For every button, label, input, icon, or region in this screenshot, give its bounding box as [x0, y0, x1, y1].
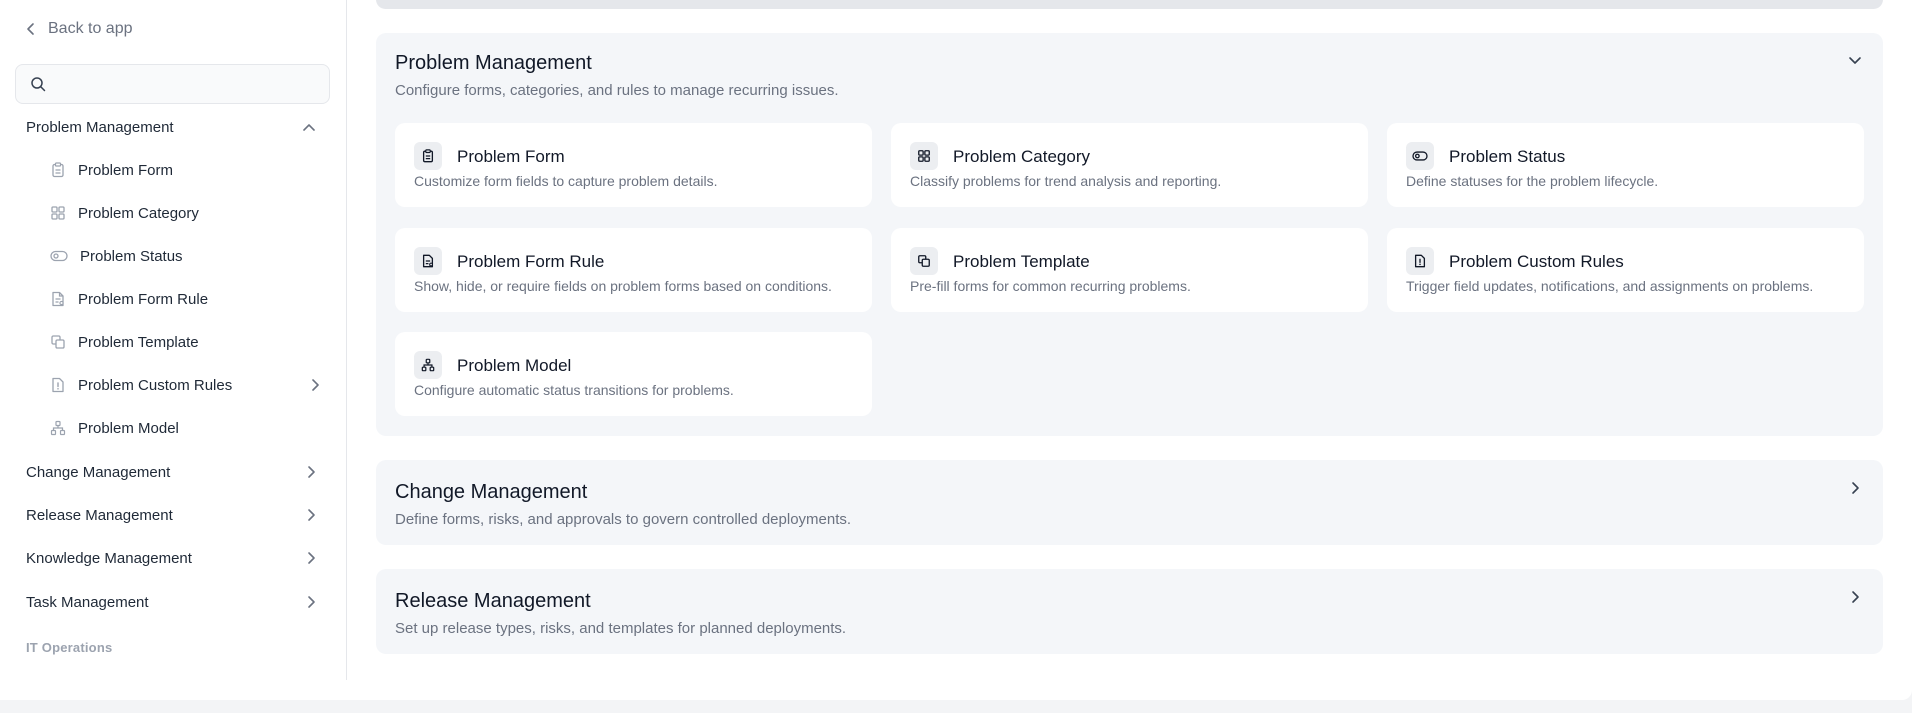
sidebar-item-problem-model[interactable]: Problem Model — [50, 414, 320, 442]
document-rule-icon — [421, 254, 435, 268]
hierarchy-icon — [421, 358, 435, 372]
sidebar-group-label: Change Management — [26, 463, 171, 481]
section-description: Configure forms, categories, and rules t… — [395, 82, 839, 99]
section-collapse-toggle[interactable] — [1845, 50, 1865, 70]
section-title: Release Management — [395, 590, 591, 612]
toggle-icon — [50, 248, 68, 264]
sidebar-item-label: Problem Form Rule — [78, 290, 209, 308]
card-title: Problem Model — [457, 356, 572, 375]
chevron-right-icon — [306, 595, 316, 609]
card-title: Problem Template — [953, 252, 1090, 271]
sidebar-group-label: Release Management — [26, 506, 173, 524]
card-description: Classify problems for trend analysis and… — [910, 173, 1222, 189]
card-problem-template[interactable]: Problem Template Pre-fill forms for comm… — [891, 228, 1368, 312]
grid-icon — [917, 149, 931, 163]
sidebar-item-label: Problem Status — [80, 247, 183, 265]
chevron-right-icon — [306, 551, 316, 565]
card-icon-container — [910, 142, 938, 170]
section-expand-toggle[interactable] — [1845, 478, 1865, 498]
chevron-right-icon — [1845, 478, 1865, 498]
chevron-right-icon — [310, 378, 320, 392]
card-icon-container — [414, 247, 442, 275]
card-description: Define statuses for the problem lifecycl… — [1406, 173, 1659, 189]
card-icon-container — [414, 142, 442, 170]
sidebar-group-task-management[interactable]: Task Management — [26, 588, 316, 616]
card-description: Show, hide, or require fields on problem… — [414, 278, 832, 294]
card-title: Problem Custom Rules — [1449, 252, 1624, 271]
card-problem-form-rule[interactable]: Problem Form Rule Show, hide, or require… — [395, 228, 872, 312]
sidebar-item-problem-status[interactable]: Problem Status — [50, 242, 320, 270]
chevron-up-icon — [302, 122, 316, 132]
section-description: Set up release types, risks, and templat… — [395, 620, 847, 637]
settings-sidebar: Back to app Problem Management Problem F… — [0, 0, 347, 680]
card-icon-container — [414, 351, 442, 379]
search-icon — [30, 76, 46, 92]
card-icon-container — [910, 247, 938, 275]
sidebar-item-problem-form[interactable]: Problem Form — [50, 156, 320, 184]
sidebar-search — [15, 64, 330, 104]
change-management-section[interactable]: Change Management Define forms, risks, a… — [376, 460, 1883, 545]
document-rule-icon — [50, 291, 66, 307]
sidebar-group-problem-management[interactable]: Problem Management — [26, 113, 316, 141]
card-description: Configure automatic status transitions f… — [414, 382, 734, 398]
section-description: Define forms, risks, and approvals to go… — [395, 511, 852, 528]
sidebar-item-label: Problem Form — [78, 161, 174, 179]
card-description: Customize form fields to capture problem… — [414, 173, 718, 189]
sidebar-item-label: Problem Custom Rules — [78, 376, 233, 394]
sidebar-item-problem-custom-rules[interactable]: Problem Custom Rules — [50, 371, 320, 399]
chevron-right-icon — [306, 508, 316, 522]
clipboard-icon — [50, 162, 66, 178]
sidebar-group-label: Problem Management — [26, 118, 174, 136]
grid-icon — [50, 205, 66, 221]
problem-management-section: Problem Management Configure forms, cate… — [376, 33, 1883, 436]
section-title: Problem Management — [395, 52, 592, 74]
sidebar-section-it-operations: IT Operations — [26, 640, 113, 655]
card-title: Problem Form — [457, 147, 565, 166]
sidebar-group-release-management[interactable]: Release Management — [26, 501, 316, 529]
clipboard-icon — [421, 149, 435, 163]
section-title: Change Management — [395, 481, 588, 503]
previous-section-edge — [376, 0, 1883, 9]
app-window: Back to app Problem Management Problem F… — [0, 0, 1912, 700]
toggle-icon — [1412, 149, 1428, 163]
card-title: Problem Status — [1449, 147, 1566, 166]
copy-icon — [917, 254, 931, 268]
back-to-app-link[interactable]: Back to app — [26, 17, 133, 41]
card-problem-form[interactable]: Problem Form Customize form fields to ca… — [395, 123, 872, 207]
sidebar-group-change-management[interactable]: Change Management — [26, 458, 316, 486]
back-to-app-label: Back to app — [48, 20, 133, 37]
copy-icon — [50, 334, 66, 350]
chevron-right-icon — [306, 465, 316, 479]
card-problem-category[interactable]: Problem Category Classify problems for t… — [891, 123, 1368, 207]
card-description: Pre-fill forms for common recurring prob… — [910, 278, 1191, 294]
chevron-left-icon — [26, 22, 36, 36]
sidebar-item-label: Problem Template — [78, 333, 199, 351]
sidebar-item-problem-form-rule[interactable]: Problem Form Rule — [50, 285, 320, 313]
card-icon-container — [1406, 142, 1434, 170]
sidebar-item-problem-template[interactable]: Problem Template — [50, 328, 320, 356]
card-problem-status[interactable]: Problem Status Define statuses for the p… — [1387, 123, 1864, 207]
section-expand-toggle[interactable] — [1845, 587, 1865, 607]
release-management-section[interactable]: Release Management Set up release types,… — [376, 569, 1883, 654]
card-icon-container — [1406, 247, 1434, 275]
card-description: Trigger field updates, notifications, an… — [1406, 278, 1814, 294]
sidebar-search-input[interactable] — [56, 65, 329, 103]
file-alert-icon — [1413, 254, 1427, 268]
chevron-down-icon — [1845, 50, 1865, 70]
sidebar-group-label: Knowledge Management — [26, 549, 192, 567]
file-alert-icon — [50, 377, 66, 393]
card-problem-custom-rules[interactable]: Problem Custom Rules Trigger field updat… — [1387, 228, 1864, 312]
hierarchy-icon — [50, 420, 66, 436]
sidebar-item-label: Problem Model — [78, 419, 179, 437]
card-title: Problem Category — [953, 147, 1091, 166]
sidebar-group-knowledge-management[interactable]: Knowledge Management — [26, 544, 316, 572]
card-problem-model[interactable]: Problem Model Configure automatic status… — [395, 332, 872, 416]
chevron-right-icon — [1845, 587, 1865, 607]
sidebar-item-problem-category[interactable]: Problem Category — [50, 199, 320, 227]
card-title: Problem Form Rule — [457, 252, 605, 271]
sidebar-group-label: Task Management — [26, 593, 149, 611]
sidebar-item-label: Problem Category — [78, 204, 199, 222]
